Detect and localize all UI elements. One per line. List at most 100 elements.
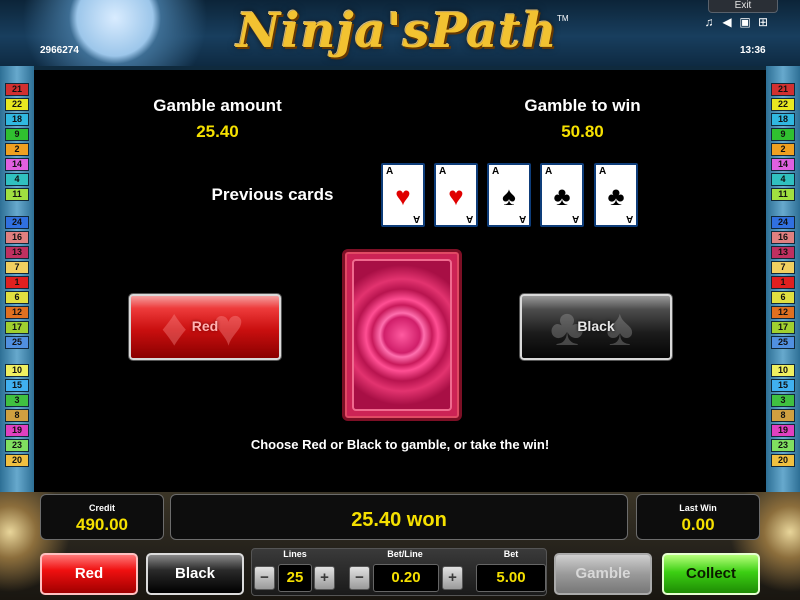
win-message-box: 25.40 won [170, 494, 628, 540]
payline-tab[interactable]: 16 [771, 231, 795, 244]
card-rank-inverted: A [518, 213, 526, 224]
payline-tab[interactable]: 21 [5, 83, 29, 96]
payline-tab[interactable]: 23 [771, 439, 795, 452]
payline-tab[interactable]: 19 [5, 424, 29, 437]
payline-tab[interactable]: 19 [771, 424, 795, 437]
bet-line-value: 0.20 [373, 564, 439, 592]
right-payline-strip: 21 22 18 9 2 14 4 11 24 16 13 7 1 6 12 17 25 10 15 3 8 19 23 20 [766, 66, 800, 492]
payline-tab[interactable]: 23 [5, 439, 29, 452]
payline-tab[interactable]: 12 [771, 306, 795, 319]
payline-tab[interactable]: 12 [5, 306, 29, 319]
payline-tab[interactable]: 11 [5, 188, 29, 201]
payline-tab[interactable]: 11 [771, 188, 795, 201]
card-suit-icon: ♠ [502, 181, 516, 211]
red-choice-button[interactable]: ♦ ♥ Red [129, 294, 281, 360]
card-suit-icon: ♣ [553, 181, 571, 211]
payline-tab[interactable]: 10 [5, 364, 29, 377]
payline-tab[interactable]: 6 [771, 291, 795, 304]
left-payline-strip: 21 22 18 9 2 14 4 11 24 16 13 7 1 6 12 17 25 10 15 3 8 19 23 20 [0, 66, 34, 492]
header-banner: Ninja'sPath TM 2966274 Exit ♫ ◀ ▣ ⊞ 13:3… [0, 0, 800, 66]
payline-tab[interactable]: 9 [771, 128, 795, 141]
card-rank: A [439, 166, 447, 177]
payline-tab[interactable]: 7 [5, 261, 29, 274]
grid-icon[interactable]: ⊞ [756, 15, 770, 29]
card-rank-inverted: A [625, 213, 633, 224]
payline-tab[interactable]: 17 [5, 321, 29, 334]
black-button[interactable]: Black [146, 553, 244, 595]
payline-tab[interactable]: 25 [5, 336, 29, 349]
red-choice-label: Red [191, 318, 219, 334]
payline-tab[interactable]: 14 [5, 158, 29, 171]
payline-tab[interactable]: 8 [5, 409, 29, 422]
payline-tab[interactable]: 9 [5, 128, 29, 141]
payline-tab[interactable]: 1 [5, 276, 29, 289]
bet-line-minus-button[interactable]: − [349, 566, 370, 590]
last-win-box: Last Win 0.00 [636, 494, 760, 540]
payline-tab[interactable]: 13 [5, 246, 29, 259]
payline-tab[interactable]: 24 [5, 216, 29, 229]
music-icon[interactable]: ♫ [702, 15, 716, 29]
card-suit-icon: ♥ [395, 181, 411, 211]
payline-tab[interactable]: 22 [5, 98, 29, 111]
game-logo: Ninja'sPath [236, 3, 558, 59]
payline-tab[interactable]: 15 [5, 379, 29, 392]
payline-tab[interactable]: 15 [771, 379, 795, 392]
payline-tab[interactable]: 17 [771, 321, 795, 334]
credit-label: Credit [88, 503, 115, 513]
previous-card: A ♠ A [487, 163, 531, 227]
payline-tab[interactable]: 20 [771, 454, 795, 467]
trademark-mark: TM [557, 14, 569, 23]
payline-tab[interactable]: 2 [5, 143, 29, 156]
previous-card: A ♥ A [381, 163, 425, 227]
payline-tab[interactable]: 6 [5, 291, 29, 304]
payline-tab[interactable]: 3 [5, 394, 29, 407]
instruction-text: Choose Red or Black to gamble, or take t… [250, 437, 550, 452]
speaker-icon[interactable]: ◀ [720, 15, 734, 29]
bet-line-plus-button[interactable]: + [442, 566, 463, 590]
payline-tab[interactable]: 13 [771, 246, 795, 259]
payline-tab[interactable]: 18 [5, 113, 29, 126]
previous-card: A ♥ A [434, 163, 478, 227]
previous-card: A ♣ A [594, 163, 638, 227]
card-rank-inverted: A [571, 213, 579, 224]
gamble-to-win-value: 50.80 [561, 122, 604, 141]
payline-tab[interactable]: 1 [771, 276, 795, 289]
payline-tab[interactable]: 16 [5, 231, 29, 244]
payline-tab[interactable]: 10 [771, 364, 795, 377]
payline-tab[interactable]: 8 [771, 409, 795, 422]
previous-cards-label: Previous cards [211, 185, 334, 204]
bet-line-label: Bet/Line [387, 549, 423, 559]
lines-minus-button[interactable]: − [254, 566, 275, 590]
payline-tab[interactable]: 3 [771, 394, 795, 407]
exit-button[interactable]: Exit [708, 0, 778, 13]
gamble-button[interactable]: Gamble [554, 553, 652, 595]
payline-tab[interactable]: 24 [771, 216, 795, 229]
lines-value: 25 [278, 564, 312, 592]
payline-tab[interactable]: 21 [771, 83, 795, 96]
payline-tab[interactable]: 7 [771, 261, 795, 274]
window-icon[interactable]: ▣ [738, 15, 752, 29]
payline-tab[interactable]: 18 [771, 113, 795, 126]
black-choice-label: Black [577, 318, 615, 334]
win-message: 25.40 won [351, 509, 447, 531]
payline-tab[interactable]: 22 [771, 98, 795, 111]
payline-tab[interactable]: 25 [771, 336, 795, 349]
payline-tab[interactable]: 4 [5, 173, 29, 186]
card-rank: A [386, 166, 394, 177]
card-rank-inverted: A [465, 213, 473, 224]
payline-tab[interactable]: 4 [771, 173, 795, 186]
gamble-amount-label: Gamble amount [153, 96, 282, 115]
payline-tab[interactable]: 2 [771, 143, 795, 156]
black-choice-button[interactable]: ♣ ♠ Black [520, 294, 672, 360]
last-win-value: 0.00 [681, 515, 715, 534]
red-button[interactable]: Red [40, 553, 138, 595]
payline-tab[interactable]: 20 [5, 454, 29, 467]
previous-card: A ♣ A [540, 163, 584, 227]
collect-button[interactable]: Collect [662, 553, 760, 595]
bet-value: 5.00 [476, 564, 546, 592]
payline-tab[interactable]: 14 [771, 158, 795, 171]
credit-value: 490.00 [76, 515, 128, 534]
card-rank: A [599, 166, 607, 177]
lines-plus-button[interactable]: + [314, 566, 335, 590]
last-win-label: Last Win [679, 503, 717, 513]
